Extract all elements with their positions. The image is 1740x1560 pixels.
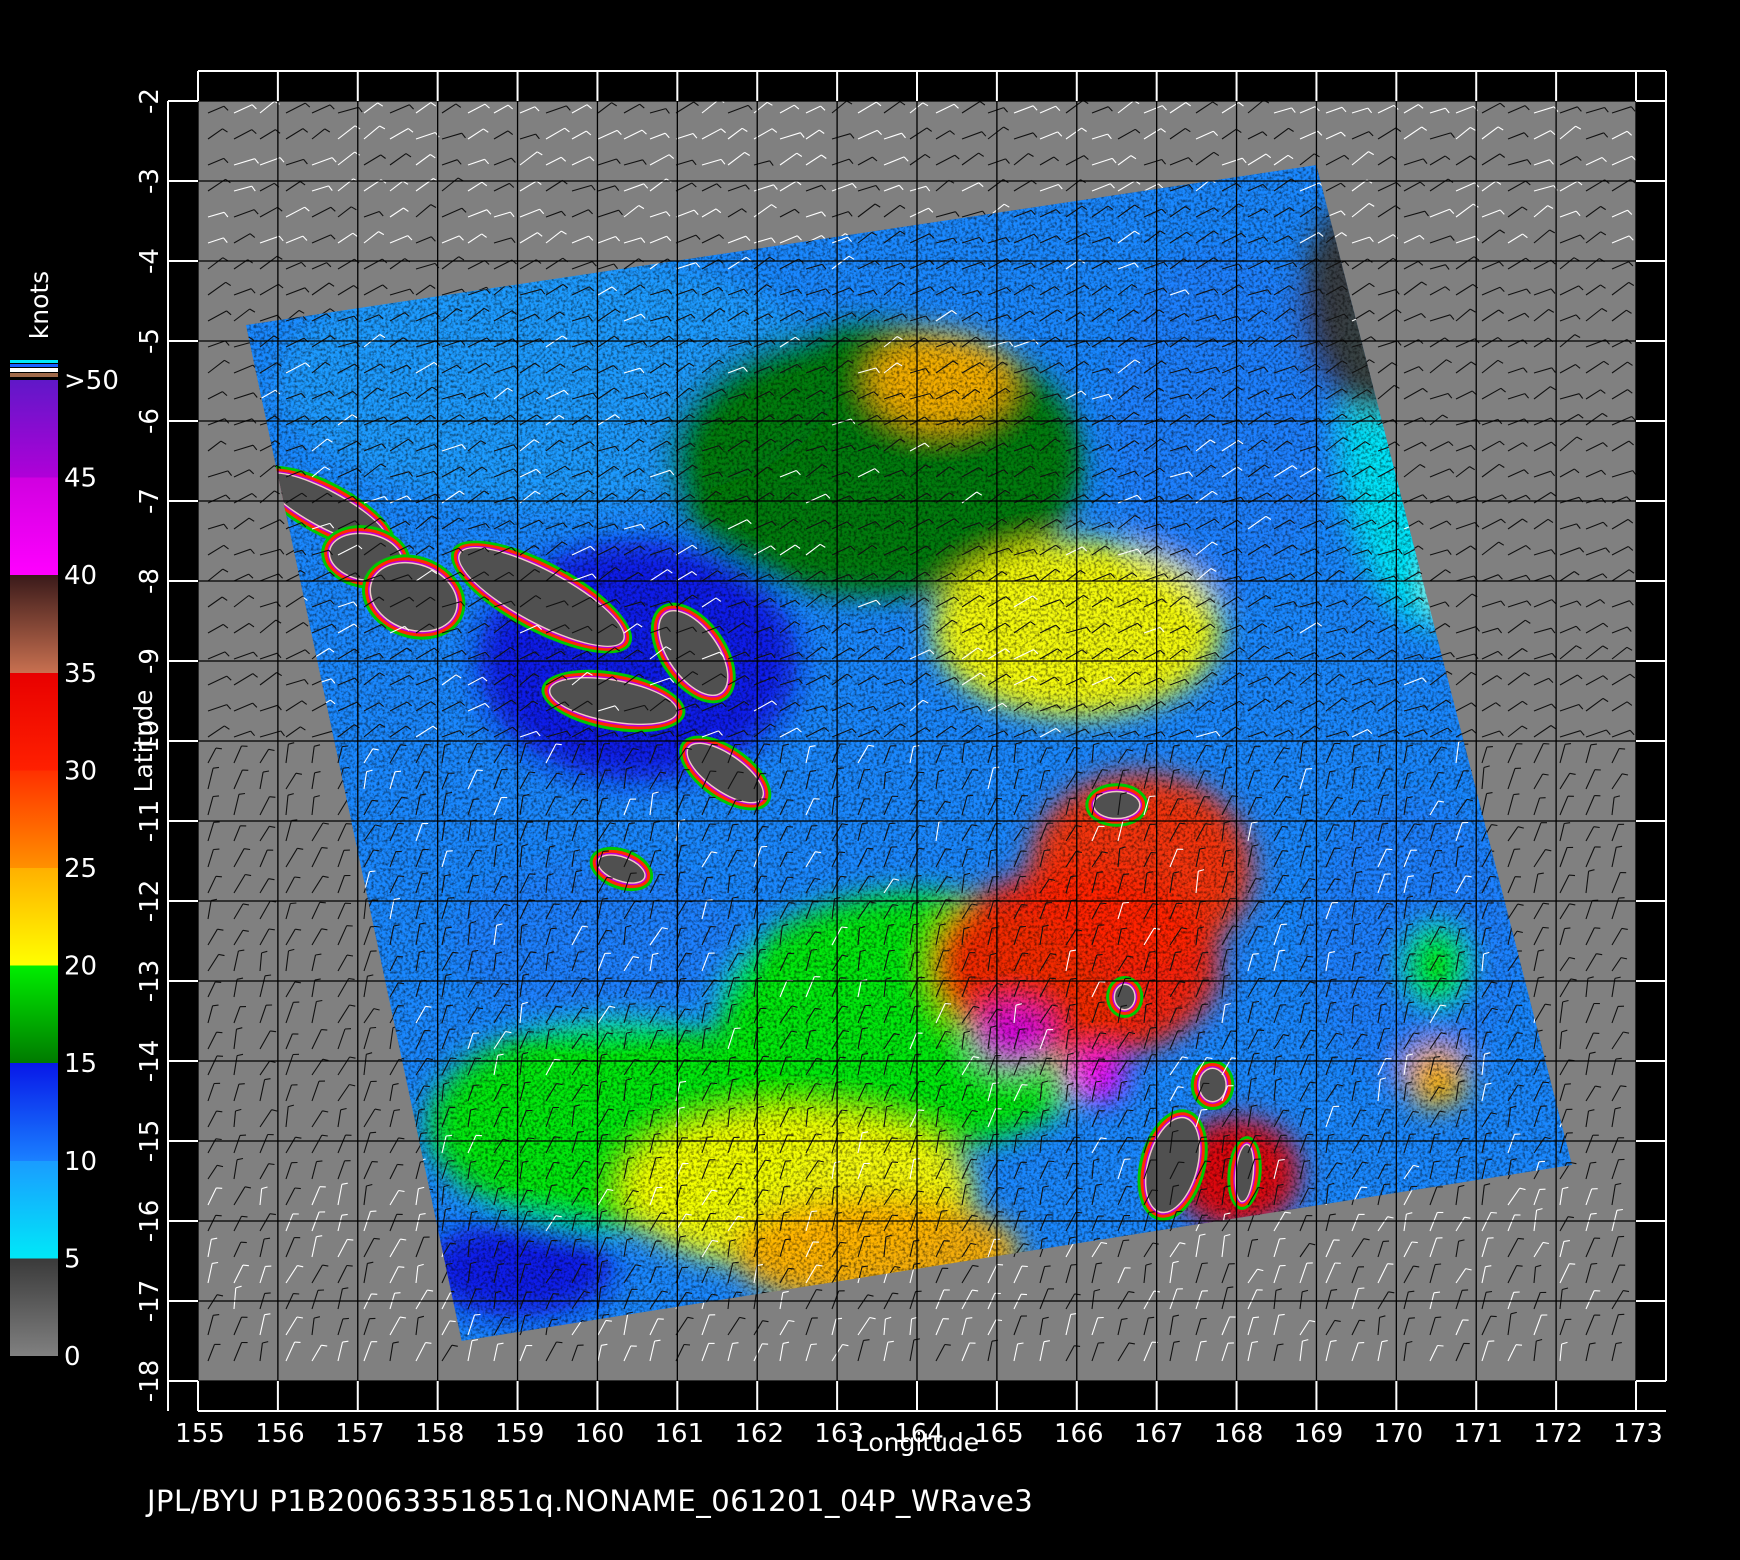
wind-barb-flag [216,1031,223,1034]
wind-barb-flag [370,1026,377,1029]
wind-barb-flag [1619,748,1626,750]
wind-barb-flag [215,1138,222,1141]
wind-barb-flag [1513,793,1520,796]
wind-barb-flag [321,847,328,849]
wind-barb-flag [290,902,297,905]
wind-barb-flag [1594,927,1601,929]
wind-barb-flag [1590,1161,1597,1164]
wind-speed-map: 155 156 157 158 159 160 161 162 163 164 165 166 167 1… [10,70,1667,1457]
wind-barb-flag [269,796,276,798]
wind-barb-flag [1411,1241,1418,1244]
wind-barb-flag [347,1238,354,1241]
wind-barb-flag [215,747,222,750]
wind-barb-flag [1517,1237,1525,1240]
wind-barb-flag [398,1266,405,1268]
wind-barb-flag [215,875,222,878]
wind-barb-flag [1590,1212,1597,1215]
wind-barb-flag [212,1004,219,1007]
wind-barb-flag [1542,926,1549,929]
wind-barb-flag [294,876,301,879]
wind-barb-flag [1590,743,1597,746]
wind-barb-flag [316,1160,323,1163]
wind-barb-flag [241,1215,248,1218]
wind-barb-flag [216,1110,223,1113]
wind-barb-flag [1486,746,1493,748]
wind-barb-flag [319,901,326,904]
wind-barb-flag [1568,874,1576,877]
wind-barb-flag [212,795,220,798]
wind-barb-flag [373,1237,380,1240]
wind-barb-flag [1564,927,1571,930]
wind-barb-flag [346,1264,353,1267]
wind-barb-flag [397,1163,404,1166]
wind-barb-flag [215,1214,222,1217]
wind-barb-flag [1564,1083,1571,1085]
wind-barb-flag [238,1083,245,1085]
wind-barb-flag [242,1264,249,1267]
wind-barb-flag [294,1187,301,1190]
wind-barb-flag [1490,1211,1497,1214]
wind-barb-flag [370,1131,377,1134]
wind-barb-flag [321,1029,328,1031]
wind-barb-flag [1565,743,1572,745]
